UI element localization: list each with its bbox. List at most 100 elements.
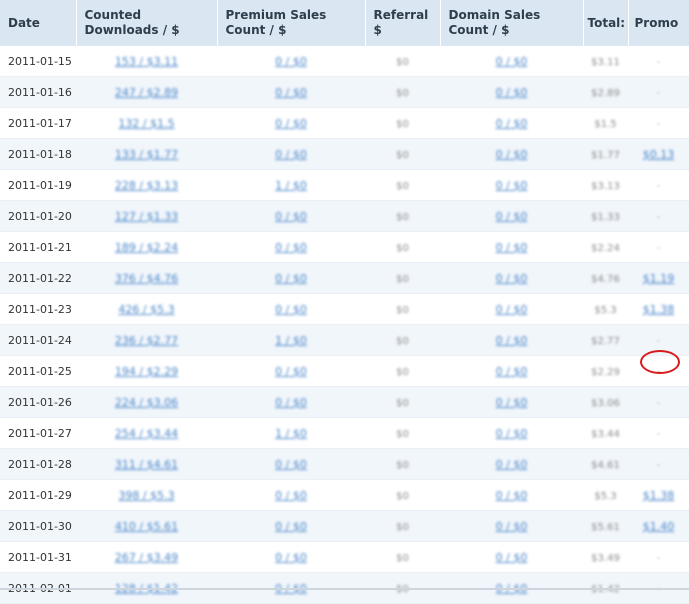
domain-link[interactable]: 0 / $0 xyxy=(496,241,528,254)
downloads-link[interactable]: 311 / $4.61 xyxy=(115,458,178,471)
premium-link[interactable]: 0 / $0 xyxy=(275,365,307,378)
downloads-link[interactable]: 426 / $5.3 xyxy=(118,303,174,316)
downloads-link[interactable]: 224 / $3.06 xyxy=(115,396,178,409)
premium-link[interactable]: 0 / $0 xyxy=(275,241,307,254)
date-value: 2011-01-29 xyxy=(8,488,72,502)
header-domain-sales[interactable]: Domain Sales Count / $ xyxy=(440,0,584,46)
downloads-link[interactable]: 376 / $4.76 xyxy=(115,272,178,285)
downloads-link[interactable]: 127 / $1.33 xyxy=(115,210,178,223)
domain-link-cell: 0 / $0 xyxy=(440,169,583,201)
premium-link[interactable]: 0 / $0 xyxy=(275,55,307,68)
domain-link[interactable]: 0 / $0 xyxy=(496,148,528,161)
header-counted-downloads[interactable]: Counted Downloads / $ xyxy=(76,0,218,46)
date-value: 2011-01-18 xyxy=(8,147,72,161)
premium-link-cell: 1 / $0 xyxy=(217,417,365,449)
referral-value-cell: $0 xyxy=(365,200,440,232)
table-row: 2011-01-27 254 / $3.44 1 / $0 $0 0 / $0 $3.44… xyxy=(0,417,689,449)
premium-link[interactable]: 0 / $0 xyxy=(275,272,307,285)
premium-link[interactable]: 0 / $0 xyxy=(275,210,307,223)
premium-link-cell: 0 / $0 xyxy=(217,76,365,108)
premium-link-cell: 0 / $0 xyxy=(217,293,365,325)
downloads-link[interactable]: 228 / $3.13 xyxy=(115,179,178,192)
domain-link[interactable]: 0 / $0 xyxy=(496,334,528,347)
promo-value: - xyxy=(656,85,661,99)
premium-link-cell: 0 / $0 xyxy=(217,355,365,387)
header-premium-sales[interactable]: Premium Sales Count / $ xyxy=(217,0,366,46)
downloads-link-cell: 153 / $3.11 xyxy=(76,46,217,77)
date-value-cell: 2011-01-19 xyxy=(0,169,76,201)
domain-link[interactable]: 0 / $0 xyxy=(496,86,528,99)
premium-link[interactable]: 0 / $0 xyxy=(275,148,307,161)
date-value-cell: 2011-01-25 xyxy=(0,355,76,387)
downloads-link[interactable]: 247 / $2.89 xyxy=(115,86,178,99)
downloads-link[interactable]: 236 / $2.77 xyxy=(115,334,178,347)
domain-link[interactable]: 0 / $0 xyxy=(496,55,528,68)
domain-link[interactable]: 0 / $0 xyxy=(496,272,528,285)
header-referral[interactable]: Referral $ xyxy=(365,0,441,46)
downloads-link[interactable]: 153 / $3.11 xyxy=(115,55,178,68)
total-value-cell: $3.49 xyxy=(583,541,628,573)
earnings-table: Date Counted Downloads / $ Premium Sales… xyxy=(0,0,689,604)
downloads-link[interactable]: 189 / $2.24 xyxy=(115,241,178,254)
promo-value-cell: - xyxy=(628,448,689,480)
downloads-link-cell: 189 / $2.24 xyxy=(76,231,217,263)
referral-value: $0 xyxy=(396,56,409,68)
premium-link[interactable]: 0 / $0 xyxy=(275,303,307,316)
date-value-cell: 2011-01-31 xyxy=(0,541,76,573)
downloads-link[interactable]: 132 / $1.5 xyxy=(118,117,174,130)
header-date[interactable]: Date xyxy=(0,0,77,46)
date-value: 2011-01-28 xyxy=(8,457,72,471)
downloads-link[interactable]: 254 / $3.44 xyxy=(115,427,178,440)
domain-link[interactable]: 0 / $0 xyxy=(496,396,528,409)
downloads-link[interactable]: 267 / $3.49 xyxy=(115,551,178,564)
promo-value-cell: - xyxy=(628,417,689,449)
premium-link[interactable]: 0 / $0 xyxy=(275,86,307,99)
premium-link[interactable]: 1 / $0 xyxy=(275,427,307,440)
downloads-link-cell: 194 / $2.29 xyxy=(76,355,217,387)
referral-value-cell: $0 xyxy=(365,169,440,201)
premium-link[interactable]: 0 / $0 xyxy=(275,117,307,130)
downloads-link[interactable]: 194 / $2.29 xyxy=(115,365,178,378)
promo-link[interactable]: $1.40 xyxy=(643,520,675,533)
downloads-link[interactable]: 398 / $5.3 xyxy=(118,489,174,502)
promo-value: - xyxy=(656,550,661,564)
referral-value-cell: $0 xyxy=(365,355,440,387)
downloads-link-cell: 247 / $2.89 xyxy=(76,76,217,108)
promo-link[interactable]: $1.38 xyxy=(643,303,675,316)
promo-link[interactable]: $1.19 xyxy=(643,272,675,285)
premium-link[interactable]: 0 / $0 xyxy=(275,551,307,564)
domain-link-cell: 0 / $0 xyxy=(440,262,583,294)
date-value-cell: 2011-01-18 xyxy=(0,138,76,170)
domain-link[interactable]: 0 / $0 xyxy=(496,179,528,192)
promo-link[interactable]: $0.13 xyxy=(643,148,675,161)
premium-link[interactable]: 0 / $0 xyxy=(275,489,307,502)
header-total[interactable]: Total: xyxy=(583,0,629,46)
premium-link[interactable]: 1 / $0 xyxy=(275,334,307,347)
premium-link[interactable]: 0 / $0 xyxy=(275,520,307,533)
domain-link[interactable]: 0 / $0 xyxy=(496,117,528,130)
promo-link[interactable]: $1.38 xyxy=(643,489,675,502)
domain-link[interactable]: 0 / $0 xyxy=(496,210,528,223)
promo-value: - xyxy=(656,54,661,68)
premium-link[interactable]: 1 / $0 xyxy=(275,179,307,192)
downloads-link-cell: 376 / $4.76 xyxy=(76,262,217,294)
referral-value-cell: $0 xyxy=(365,479,440,511)
downloads-link[interactable]: 410 / $5.61 xyxy=(115,520,178,533)
domain-link[interactable]: 0 / $0 xyxy=(496,303,528,316)
total-value-cell: $4.76 xyxy=(583,262,628,294)
domain-link[interactable]: 0 / $0 xyxy=(496,427,528,440)
domain-link[interactable]: 0 / $0 xyxy=(496,458,528,471)
domain-link[interactable]: 0 / $0 xyxy=(496,520,528,533)
downloads-link[interactable]: 133 / $1.77 xyxy=(115,148,178,161)
domain-link[interactable]: 0 / $0 xyxy=(496,489,528,502)
promo-value-cell: - xyxy=(628,200,689,232)
premium-link[interactable]: 0 / $0 xyxy=(275,396,307,409)
domain-link-cell: 0 / $0 xyxy=(440,417,583,449)
domain-link[interactable]: 0 / $0 xyxy=(496,551,528,564)
domain-link[interactable]: 0 / $0 xyxy=(496,365,528,378)
table-row: 2011-01-24 236 / $2.77 1 / $0 $0 0 / $0 $2.77… xyxy=(0,324,689,356)
header-promo[interactable]: Promo xyxy=(628,0,689,46)
premium-link[interactable]: 0 / $0 xyxy=(275,458,307,471)
promo-value: - xyxy=(656,457,661,471)
premium-link-cell: 0 / $0 xyxy=(217,138,365,170)
